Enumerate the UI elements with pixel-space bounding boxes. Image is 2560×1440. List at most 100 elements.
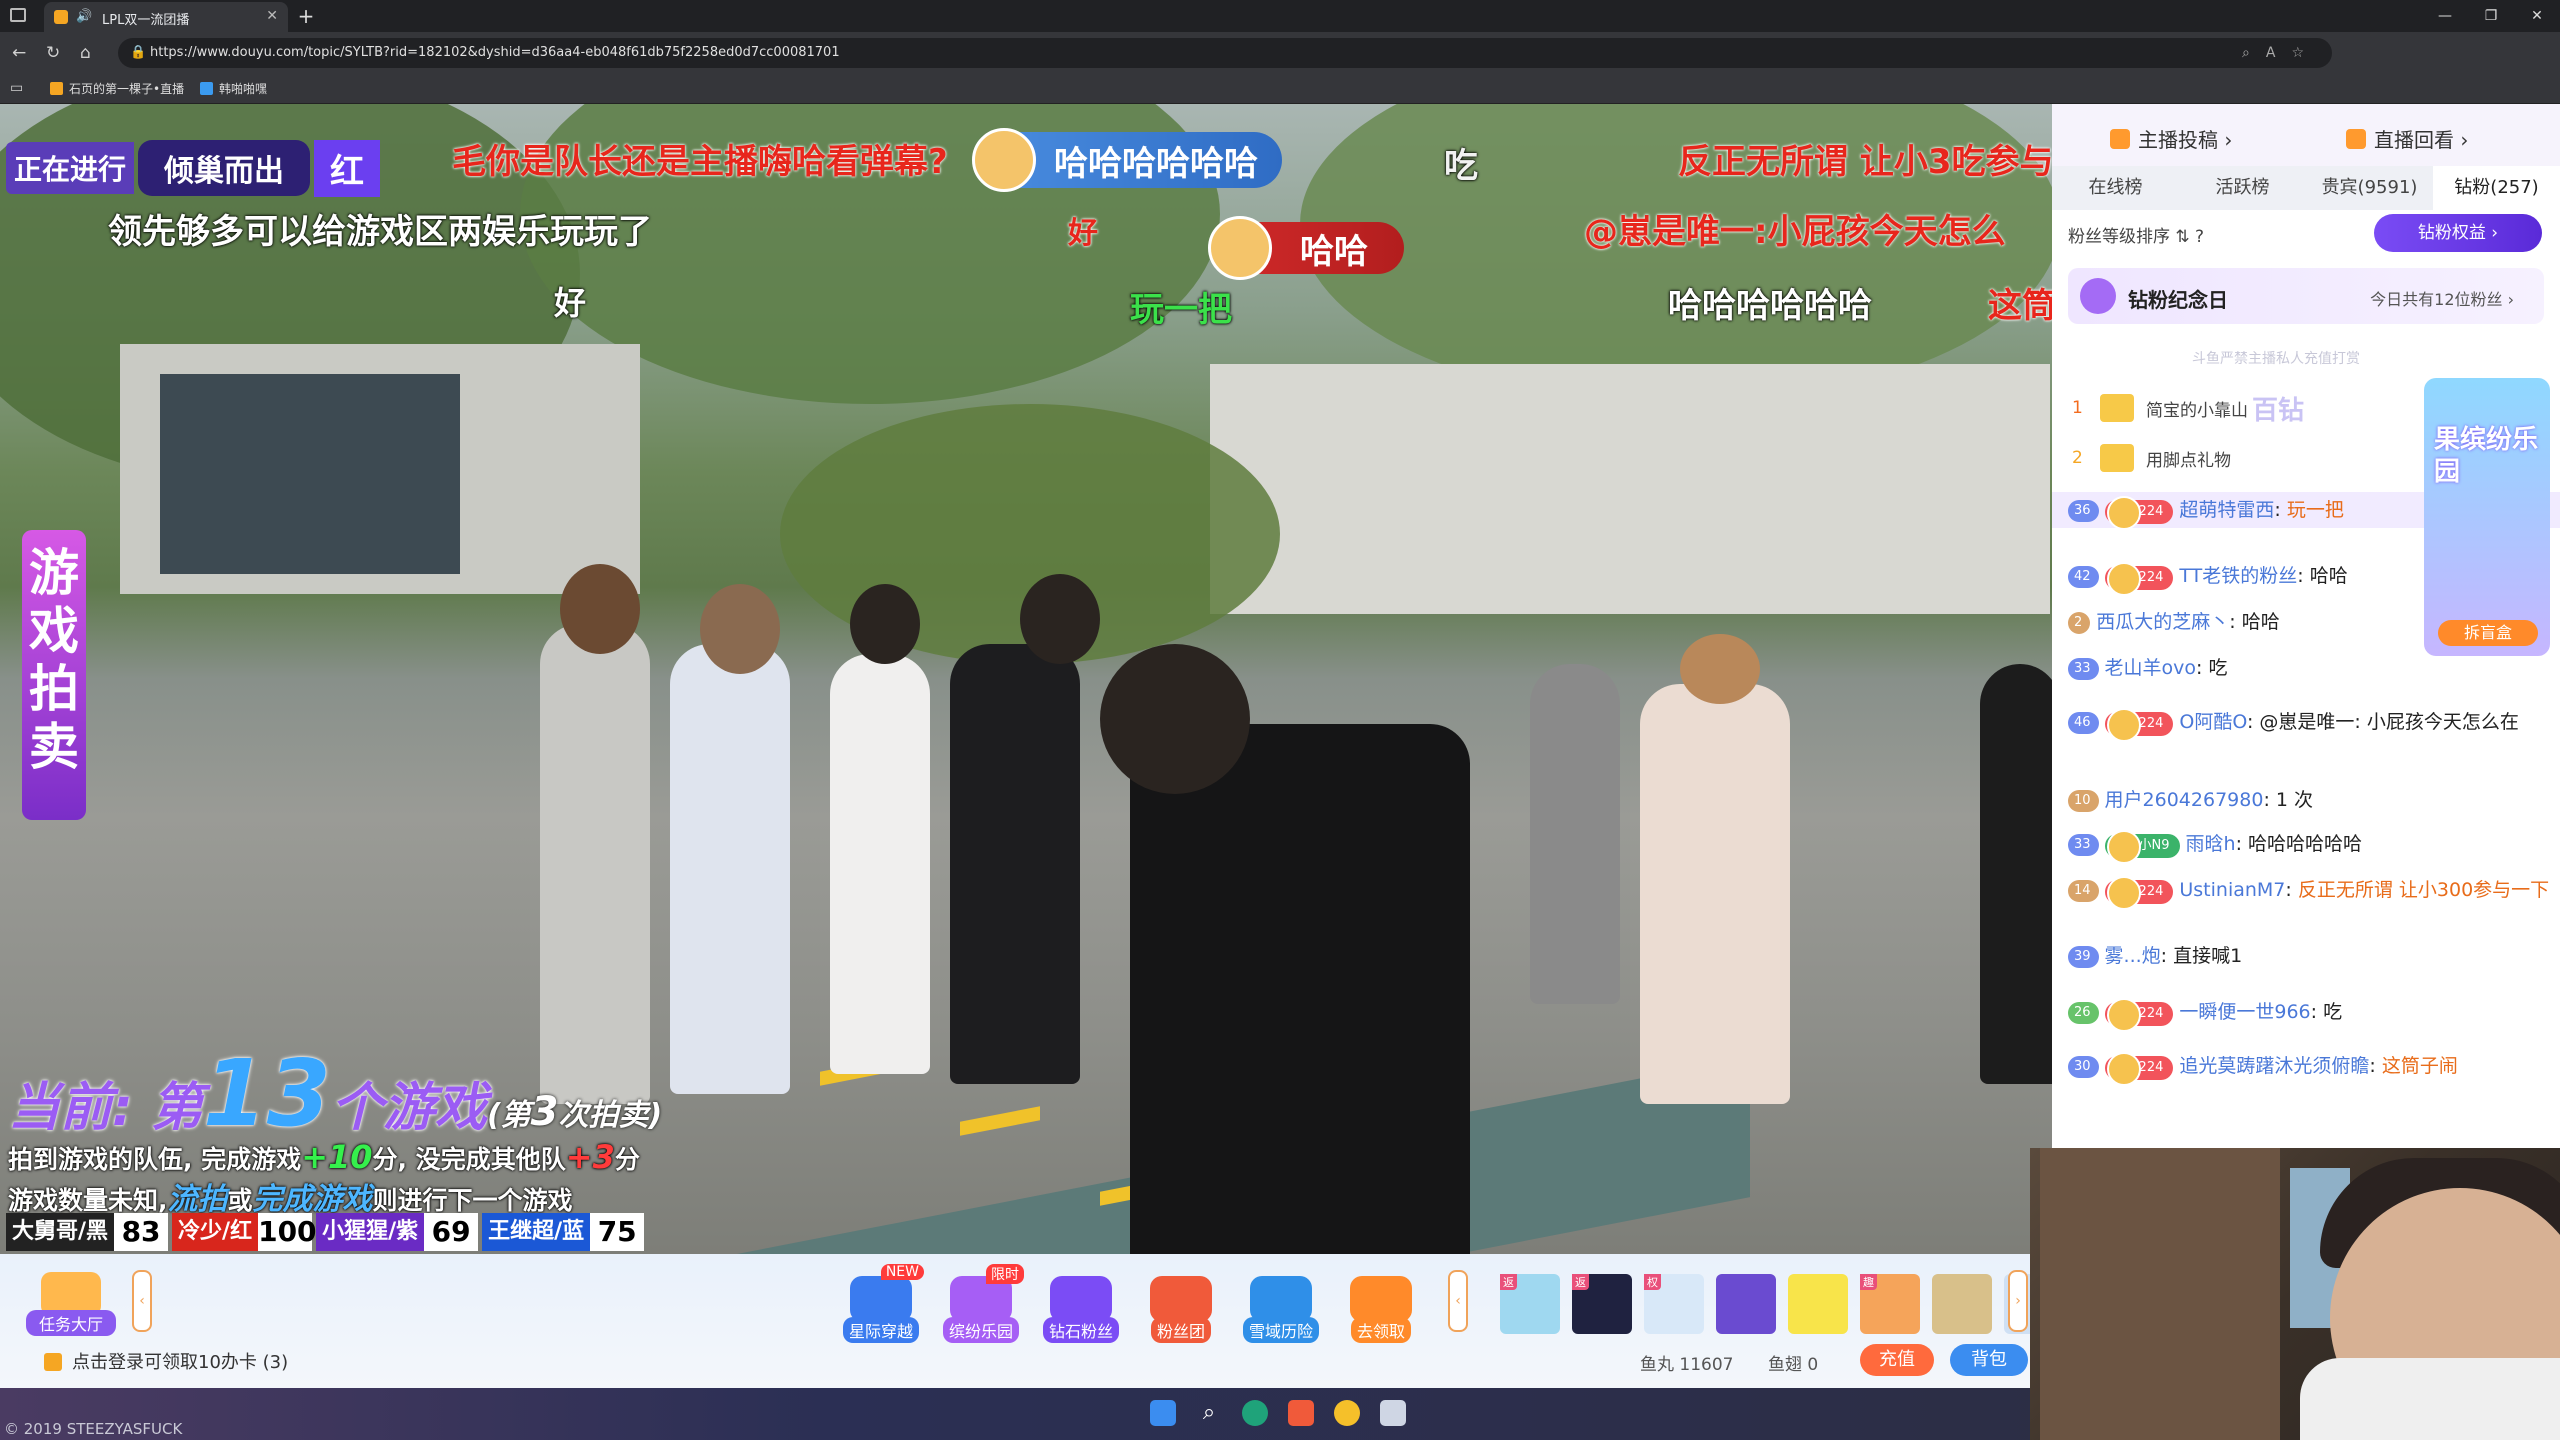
home-icon[interactable]: ⌂ [80, 43, 91, 63]
video-player[interactable]: 正在进行 倾巢而出 红 毛你是队长还是主播嗨哈看弹幕? 哈哈哈哈哈哈 吃 反正无… [0, 104, 2052, 1254]
activity-button[interactable]: 粉丝团 [1136, 1276, 1226, 1343]
gift-item[interactable]: 返 [1572, 1274, 1632, 1334]
douyu-favicon-icon [54, 10, 68, 24]
login-hint[interactable]: 点击登录可领取10办卡 (3) [44, 1348, 288, 1374]
bookmark-1[interactable]: 石页的第一棵子•直播 [50, 80, 184, 97]
chat-message[interactable]: 14 224 UstinianM7: 反正无所谓 让小300参与一下 [2068, 872, 2552, 910]
team-points: 75 [590, 1213, 645, 1251]
team-score: 大舅哥/黑 83 [6, 1213, 169, 1251]
chat-username[interactable]: 老山羊ovo [2105, 657, 2197, 679]
chat-separator: : [2246, 711, 2260, 733]
activity-button[interactable]: 缤纷乐园 限时 [936, 1264, 1026, 1343]
chat-username[interactable]: 追光莫踌躇沐光须俯瞻 [2179, 1055, 2369, 1077]
maximize-icon[interactable]: ❐ [2468, 0, 2514, 32]
team-scoreboard: 大舅哥/黑 83 冷少/红 100 小猩猩/紫 69 王继超/蓝 75 [6, 1213, 645, 1251]
open-blind-box-button[interactable]: 拆盲盒 [2438, 620, 2538, 646]
danmaku-message: 领先够多可以给游戏区两娱乐玩玩了 [108, 212, 652, 252]
edge-browser-icon[interactable] [1242, 1400, 1268, 1426]
chat-message[interactable]: 39 雾...炮: 直接喊1 [2068, 938, 2552, 974]
back-icon[interactable]: ← [12, 43, 26, 63]
app-icon[interactable] [1380, 1400, 1406, 1426]
chat-username[interactable]: UstinianM7 [2179, 879, 2285, 901]
gift-item[interactable]: 返 [1500, 1274, 1560, 1334]
rank-row[interactable]: 1 简宝的小靠山 224 [2072, 394, 2491, 422]
tab-online[interactable]: 在线榜 [2052, 166, 2179, 210]
building [1210, 364, 2050, 614]
sidebar-toggle-icon[interactable] [10, 8, 26, 22]
bag-button[interactable]: 背包 [1950, 1344, 2028, 1376]
chat-message[interactable]: 30 224 追光莫踌躇沐光须俯瞻: 这筒子闹 [2068, 1048, 2552, 1086]
fish-wing-balance: 鱼翅 0 [1768, 1355, 1819, 1375]
gift-flag: 权 [1644, 1274, 1661, 1290]
chat-username[interactable]: 西瓜大的芝麻丶 [2096, 611, 2229, 633]
bookmark-2[interactable]: 韩啪啪嘿 [200, 80, 267, 97]
chat-username[interactable]: 用户2604267980 [2105, 789, 2264, 811]
activity-button[interactable]: 钻石粉丝 [1036, 1276, 1126, 1343]
chat-username[interactable]: 超萌特雷西 [2179, 499, 2274, 521]
blind-box-widget[interactable]: 果缤纷乐园 拆盲盒 [2424, 378, 2550, 656]
crown-icon [2100, 444, 2134, 472]
user-avatar [1208, 216, 1272, 280]
reload-icon[interactable]: ↻ [46, 43, 60, 63]
chat-message[interactable]: 46 224 O阿酷O: @崽是唯一: 小屁孩今天怎么在 [2068, 704, 2552, 742]
browser-tab[interactable]: 🔊 LPL双一流团播 ✕ [44, 2, 288, 32]
url-field[interactable]: 🔒 https://www.douyu.com/topic/SYLTB?rid=… [118, 38, 2332, 68]
chat-separator: : [2369, 1055, 2382, 1077]
tab-vip[interactable]: 贵宾(9591) [2306, 166, 2433, 210]
chat-username[interactable]: 一瞬便一世966 [2179, 1001, 2310, 1023]
gift-item[interactable] [1932, 1274, 1992, 1334]
activity-tag: NEW [880, 1264, 924, 1280]
chat-message[interactable]: 10 用户2604267980: 1 次 [2068, 782, 2552, 818]
chat-username[interactable]: O阿酷O [2179, 711, 2247, 733]
activity-button[interactable]: 去领取 [1336, 1276, 1426, 1343]
new-tab-button[interactable]: + [292, 4, 320, 28]
activity-label: 星际穿越 [842, 1317, 919, 1343]
activity-button[interactable]: 雪域历险 [1236, 1276, 1326, 1343]
running-team: 红 [314, 139, 381, 197]
streamer-webcam [2030, 1148, 2560, 1440]
gift-item[interactable] [1716, 1274, 1776, 1334]
speaker-icon[interactable]: 🔊 [76, 9, 92, 24]
chat-username[interactable]: 雨晗h [2186, 833, 2236, 855]
search-icon[interactable]: ⌕ [1196, 1400, 1222, 1426]
rank-row[interactable]: 2 用脚点礼物 [2072, 444, 2231, 472]
close-tab-icon[interactable]: ✕ [266, 8, 278, 24]
task-hall-button[interactable]: 任务大厅 [26, 1272, 116, 1342]
fan-level-sort[interactable]: 粉丝等级排序 ⇅ ? [2068, 222, 2204, 247]
reading-icon[interactable]: ▭ [10, 80, 23, 96]
chat-message[interactable]: 33 小N9 雨晗h: 哈哈哈哈哈哈 [2068, 826, 2552, 864]
streamer-submission-link[interactable]: 主播投稿 › [2110, 124, 2232, 153]
chat-username[interactable]: TT老铁的粉丝 [2179, 565, 2297, 587]
streamer-shirt [2300, 1358, 2560, 1440]
rule-points: +3 [565, 1138, 615, 1176]
start-icon[interactable] [1150, 1400, 1176, 1426]
running-label: 正在进行 [6, 142, 135, 194]
close-window-icon[interactable]: ✕ [2514, 0, 2560, 32]
diamond-anniversary-card[interactable]: 钻粉纪念日 今日共有12位粉丝 › [2068, 268, 2544, 324]
toolbar-expand-button[interactable]: ‹ [1448, 1270, 1468, 1332]
tab-diamond-fans[interactable]: 钻粉(257) [2433, 166, 2560, 210]
app-icon[interactable] [1288, 1400, 1314, 1426]
toolbar-expand-button[interactable]: ‹ [132, 1270, 152, 1332]
gift-item[interactable]: 趣 [1860, 1274, 1920, 1334]
danmaku-message: 这筒 [1988, 286, 2052, 326]
replay-link[interactable]: 直播回看 › [2346, 124, 2468, 153]
chat-message[interactable]: 26 224 一瞬便一世966: 吃 [2068, 994, 2552, 1032]
chat-separator: : [2235, 833, 2249, 855]
tab-active[interactable]: 活跃榜 [2179, 166, 2306, 210]
login-hint-text: 点击登录可领取10办卡 (3) [72, 1352, 289, 1373]
app-icon[interactable] [1334, 1400, 1360, 1426]
gift-item[interactable] [1788, 1274, 1848, 1334]
team-points: 69 [424, 1213, 479, 1251]
chat-text: 这筒子闹 [2381, 1055, 2458, 1077]
chat-text: 吃 [2208, 657, 2228, 679]
url-text: https://www.douyu.com/topic/SYLTB?rid=18… [150, 45, 840, 60]
activity-button[interactable]: 星际穿越 NEW [836, 1264, 926, 1343]
gift-bar-next-button[interactable]: › [2008, 1270, 2028, 1332]
team-points: 100 [258, 1213, 317, 1251]
charge-button[interactable]: 充值 [1860, 1344, 1934, 1376]
chat-username[interactable]: 雾...炮 [2105, 945, 2161, 967]
minimize-icon[interactable]: — [2422, 0, 2468, 32]
diamond-benefit-button[interactable]: 钻粉权益 › [2374, 214, 2542, 252]
gift-item[interactable]: 权 [1644, 1274, 1704, 1334]
